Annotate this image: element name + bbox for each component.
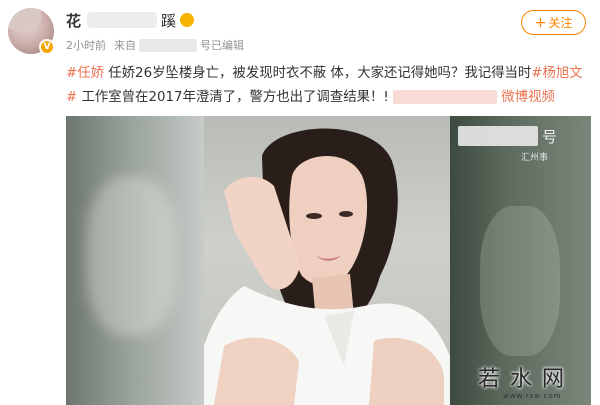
verified-badge-icon: V <box>39 39 55 55</box>
hashtag-yangxuwen[interactable]: #杨旭文 <box>531 66 582 81</box>
hashtag-end[interactable]: # <box>66 90 77 105</box>
image-blur-left <box>66 116 204 405</box>
post-source-suffix: 号 <box>200 39 211 52</box>
image-watermark: 号 <box>542 128 558 146</box>
site-watermark: 若水网 <box>478 367 575 392</box>
username-redaction <box>87 12 158 28</box>
post-text-mark: ! <box>383 90 389 105</box>
source-redaction <box>139 38 197 52</box>
plus-icon: + <box>534 14 547 31</box>
site-watermark-url: www.rsw.com <box>503 392 562 400</box>
member-badge-icon <box>180 13 195 27</box>
image-watermark-sub: 汇州事 <box>521 153 549 163</box>
image-watermark-redaction <box>458 126 538 146</box>
text-redaction <box>393 90 498 104</box>
follow-label: 关注 <box>548 16 573 30</box>
post-text-part1: 任娇26岁坠楼身亡，被发现时衣不蔽 体，大家还记得她吗？我记得当时 <box>104 66 532 81</box>
post-text-part2: 工作室曾在2017年澄清了，警方也出了调查结果！ <box>77 90 384 105</box>
username-tail[interactable]: 蹊 <box>161 10 176 31</box>
post-time[interactable]: 2小时前 <box>66 37 106 53</box>
hashtag-renjiao[interactable]: #任娇 <box>66 66 104 81</box>
portrait-photo <box>204 116 450 405</box>
post-meta: 2小时前 来自 号 已编辑 <box>66 37 244 53</box>
weibo-post: V 花 蹊 2小时前 来自 号 已编辑 + 关注 #任娇 任娇26岁坠楼身亡，被… <box>0 0 600 405</box>
edited-label[interactable]: 已编辑 <box>211 37 244 53</box>
video-link[interactable]: 微博视频 <box>501 90 555 105</box>
username[interactable]: 花 <box>66 10 81 31</box>
username-row[interactable]: 花 蹊 <box>66 9 195 31</box>
post-source-prefix: 来自 <box>114 39 136 52</box>
post-text: #任娇 任娇26岁坠楼身亡，被发现时衣不蔽 体，大家还记得她吗？我记得当时#杨旭… <box>66 62 591 110</box>
follow-button[interactable]: + 关注 <box>521 10 586 35</box>
